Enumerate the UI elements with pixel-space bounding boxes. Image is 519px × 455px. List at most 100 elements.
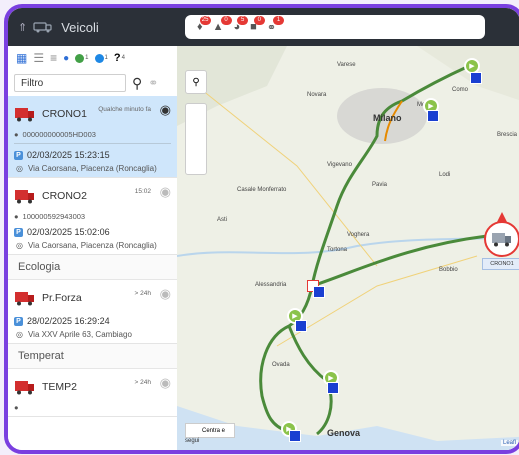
- target-icon: ◎: [16, 164, 23, 173]
- filter-input[interactable]: Filtro: [14, 74, 126, 92]
- address: Via Caorsana, Piacenza (Roncaglia): [27, 241, 157, 250]
- city-label: Ovada: [272, 362, 290, 368]
- city-label: Novara: [307, 92, 327, 98]
- city-label: Milano: [373, 113, 402, 123]
- truck-icon: [492, 233, 511, 247]
- alerts-toolbar: ♦ 25 ▲ 0 ◕ 5 ■ 0 ⚭ 1: [185, 15, 485, 39]
- compact-view-icon[interactable]: ≡: [50, 51, 57, 65]
- map-canvas[interactable]: Milano Genova Alessandria Novara Lodi Pa…: [177, 46, 519, 454]
- bell-icon[interactable]: ♦ 25: [197, 16, 211, 33]
- device-id-row: ● 100000592943003: [14, 212, 171, 221]
- badge: 1: [273, 15, 285, 25]
- route-waypoint[interactable]: [313, 286, 325, 298]
- app-frame: ⇑ Veicoli ▦ ☰ ≡ ● 1 1 ? 4 Filtro ⚲ ⚭ CRO…: [4, 4, 519, 454]
- person-icon: ●: [14, 212, 19, 221]
- truck-icon: [33, 22, 52, 33]
- last-update: > 24h: [134, 379, 151, 386]
- last-update: 15:02: [134, 188, 151, 195]
- center-follow-label: Centra e: [202, 428, 226, 434]
- unknown-status-filter[interactable]: ? 4: [114, 52, 125, 64]
- route-waypoint[interactable]: [427, 110, 439, 122]
- list-view-icon[interactable]: ☰: [33, 51, 44, 65]
- city-label: Tortona: [327, 247, 348, 253]
- date-row: P 02/03/2025 15:23:15: [14, 150, 171, 160]
- locate-pin-button[interactable]: ⚲: [185, 70, 207, 94]
- address: Via XXV Aprile 63, Cambiago: [27, 330, 132, 339]
- route-waypoint[interactable]: [289, 430, 301, 442]
- device-id: 100000592943003: [22, 212, 86, 221]
- person-icon: ●: [14, 130, 19, 139]
- location-pin-icon[interactable]: ⚲: [132, 75, 142, 92]
- user-icon[interactable]: ●: [63, 53, 69, 64]
- vehicle-card-prforza[interactable]: Pr.Forza > 24h ◉ P 28/02/2025 16:29:24 ◎ V…: [8, 280, 177, 344]
- date-row: P 02/03/2025 15:02:06: [14, 227, 171, 237]
- address-row: ◎ Via XXV Aprile 63, Cambiago: [14, 330, 171, 339]
- city-label: Varese: [337, 62, 356, 68]
- blue-status-filter[interactable]: 1: [94, 53, 108, 63]
- address: Via Caorsana, Piacenza (Roncaglia): [27, 164, 157, 173]
- alarm-icon[interactable]: ▲ 0: [213, 16, 232, 33]
- visibility-off-eye-icon[interactable]: ◉: [160, 286, 171, 302]
- vehicle-name: CRONO2: [42, 190, 87, 202]
- vehicle-name: CRONO1: [42, 108, 87, 120]
- last-update: Qualche minuto fa: [98, 106, 151, 113]
- city-label: Voghera: [347, 232, 370, 238]
- grid-view-icon[interactable]: ▦: [16, 51, 27, 65]
- device-id-row: ●: [14, 403, 171, 412]
- divider: [14, 143, 171, 144]
- vehicle-card-temp2[interactable]: TEMP2 > 24h ◉ ●: [8, 369, 177, 417]
- map-topbar: ♦ 25 ▲ 0 ◕ 5 ■ 0 ⚭ 1: [177, 8, 519, 46]
- target-icon: ◎: [16, 241, 23, 250]
- red-truck-icon: [15, 108, 34, 122]
- red-truck-icon: [15, 190, 34, 204]
- parking-icon: P: [14, 150, 23, 160]
- date-row: P 28/02/2025 16:29:24: [14, 316, 171, 326]
- badge: 0: [253, 16, 265, 25]
- red-truck-icon: [15, 292, 34, 306]
- city-label: Casale Monferrato: [237, 187, 287, 193]
- city-label: Genova: [327, 428, 361, 438]
- visibility-eye-icon[interactable]: ◉: [160, 102, 171, 118]
- key-icon[interactable]: ⚭ 1: [267, 15, 285, 34]
- map-attribution[interactable]: Leafl: [500, 440, 518, 446]
- visibility-off-eye-icon[interactable]: ◉: [160, 375, 171, 391]
- badge: 0: [220, 16, 232, 25]
- sidebar-toolbar: ▦ ☰ ≡ ● 1 1 ? 4: [8, 46, 177, 70]
- last-update: > 24h: [134, 290, 151, 297]
- group-title-ecologia[interactable]: Ecologia: [8, 255, 177, 280]
- vehicle-card-crono1[interactable]: CRONO1 Qualche minuto fa ◉ ● 000000000005…: [8, 96, 177, 178]
- speed-icon[interactable]: ◕ 5: [234, 16, 249, 33]
- city-label: Asti: [217, 217, 227, 223]
- vehicle-sidebar: ⇑ Veicoli ▦ ☰ ≡ ● 1 1 ? 4 Filtro ⚲ ⚭ CRO…: [8, 8, 178, 450]
- collapse-icon[interactable]: ⇑: [18, 21, 27, 34]
- vehicle-name: Pr.Forza: [42, 292, 82, 304]
- target-icon: ◎: [16, 330, 23, 339]
- group-icon[interactable]: ⚭: [148, 76, 158, 90]
- device-id: 000000000005HD003: [22, 130, 96, 139]
- badge: 25: [199, 16, 211, 25]
- zoom-control[interactable]: [185, 103, 207, 175]
- green-count: 1: [85, 55, 89, 61]
- route-waypoint[interactable]: [295, 320, 307, 332]
- map-area[interactable]: ♦ 25 ▲ 0 ◕ 5 ■ 0 ⚭ 1 Milano Genova Aless…: [177, 8, 519, 450]
- vehicle-marker[interactable]: [484, 221, 519, 257]
- filter-row: Filtro ⚲ ⚭: [8, 70, 177, 96]
- city-label: Alessandria: [255, 282, 287, 288]
- visibility-off-eye-icon[interactable]: ◉: [160, 184, 171, 200]
- city-label: Pavia: [372, 182, 388, 188]
- center-follow-button[interactable]: Centra e: [185, 423, 235, 438]
- vehicle-card-crono2[interactable]: CRONO2 15:02 ◉ ● 100000592943003 P 02/03/2…: [8, 178, 177, 255]
- blue-count: 1: [104, 55, 108, 61]
- route-waypoint[interactable]: [327, 382, 339, 394]
- route-waypoint[interactable]: [470, 72, 482, 84]
- sidebar-title: Veicoli: [61, 19, 99, 35]
- city-label: Vigevano: [327, 162, 353, 168]
- address-row: ◎ Via Caorsana, Piacenza (Roncaglia): [14, 241, 171, 250]
- timestamp: 28/02/2025 16:29:24: [27, 316, 110, 326]
- green-status-filter[interactable]: 1: [75, 53, 89, 63]
- group-title-temperat[interactable]: Temperat: [8, 344, 177, 369]
- city-label: Brescia: [497, 132, 518, 138]
- city-label: Bobbio: [439, 267, 458, 273]
- factory-icon[interactable]: ■ 0: [250, 16, 265, 33]
- question-count: 4: [121, 55, 125, 61]
